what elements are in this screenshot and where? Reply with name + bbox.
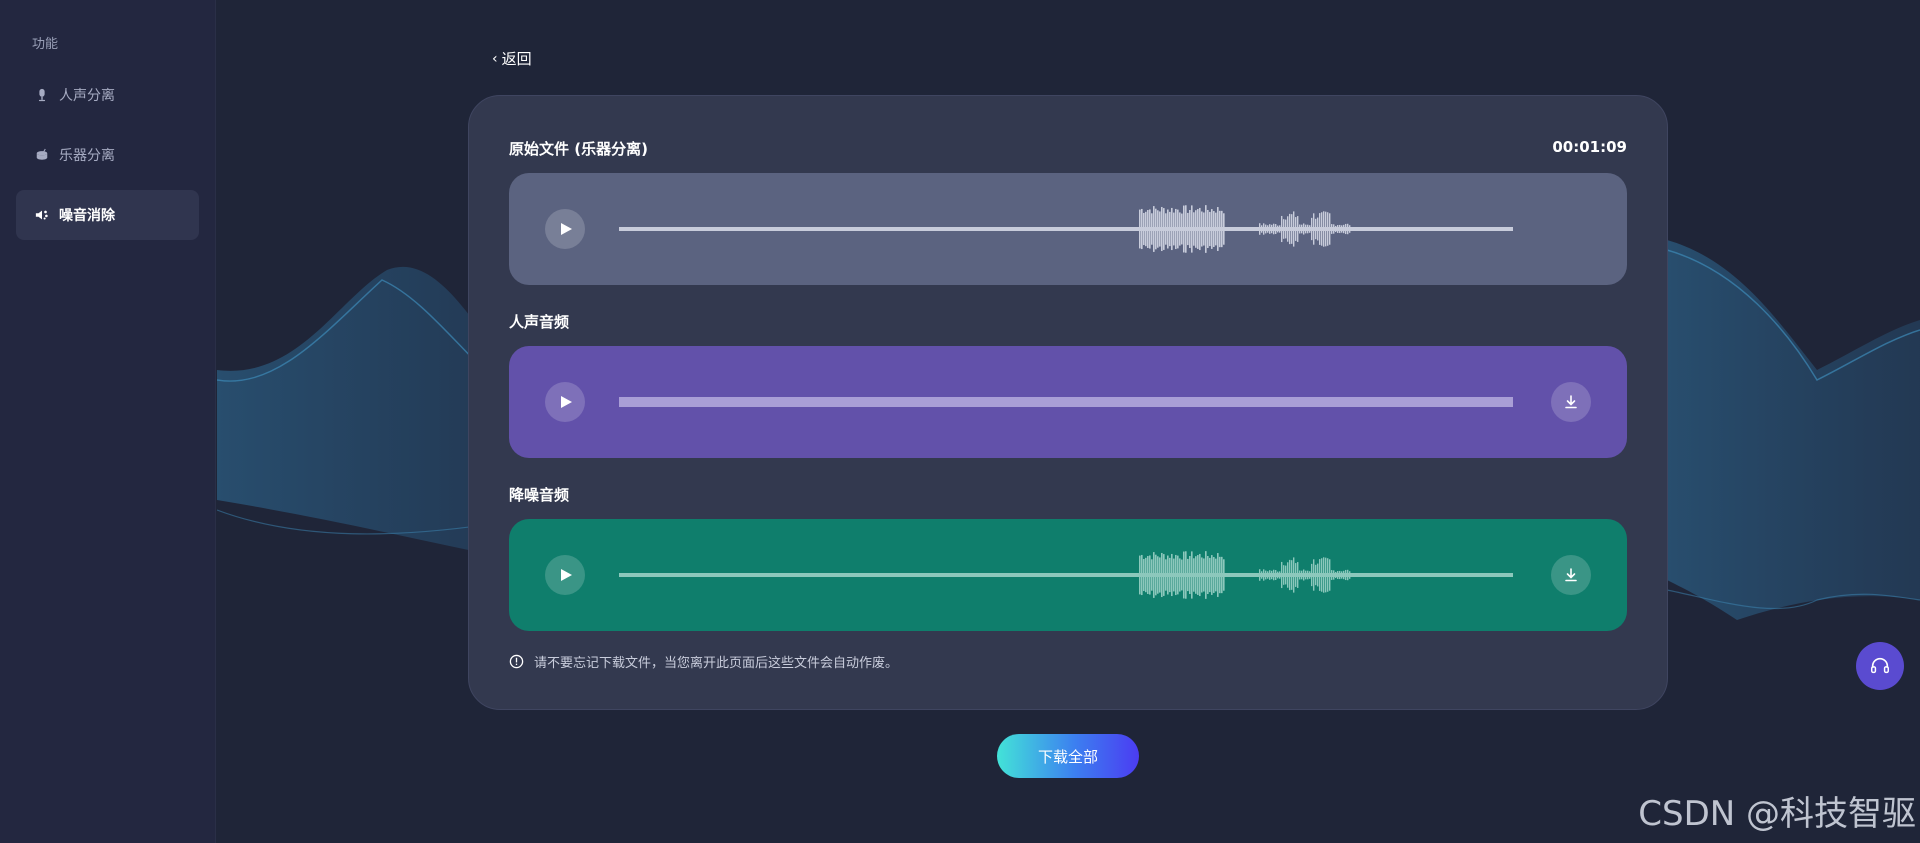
back-link[interactable]: ‹ 返回 <box>492 48 532 69</box>
noise-icon <box>34 207 50 223</box>
sidebar-item-vocal-separation[interactable]: 人声分离 <box>16 70 199 120</box>
play-button-denoised[interactable] <box>545 555 585 595</box>
play-button-vocal[interactable] <box>545 382 585 422</box>
waveform-denoised[interactable] <box>619 545 1513 605</box>
track-title-denoised: 降噪音频 <box>509 486 570 504</box>
download-button-denoised[interactable] <box>1551 555 1591 595</box>
play-icon <box>561 223 572 235</box>
sidebar-item-label: 噪音消除 <box>59 208 115 224</box>
track-original <box>509 173 1627 285</box>
drum-icon <box>34 147 50 163</box>
play-button-original[interactable] <box>545 209 585 249</box>
track-title-vocal: 人声音频 <box>509 313 570 331</box>
watermark: CSDN @科技智驱 <box>1638 794 1916 834</box>
sidebar-item-noise-removal[interactable]: 噪音消除 <box>16 190 199 240</box>
sidebar-item-label: 乐器分离 <box>59 148 115 164</box>
duration: 00:01:09 <box>1552 138 1627 156</box>
sidebar-item-instrument-separation[interactable]: 乐器分离 <box>16 130 199 180</box>
sidebar-heading: 功能 <box>32 37 59 52</box>
track-title-original: 原始文件 (乐器分离) <box>509 140 648 158</box>
waveform-original[interactable] <box>619 199 1513 259</box>
download-icon <box>1565 395 1577 409</box>
sidebar: 功能 人声分离 乐器分离 噪音消除 <box>0 0 216 843</box>
support-button[interactable] <box>1856 642 1904 690</box>
play-icon <box>561 569 572 581</box>
back-label: 返回 <box>501 50 532 68</box>
download-all-button[interactable]: 下载全部 <box>997 734 1139 778</box>
headset-icon <box>1871 657 1889 674</box>
track-denoised <box>509 519 1627 631</box>
chevron-left-icon: ‹ <box>492 50 498 67</box>
result-card: 原始文件 (乐器分离) 00:01:09 人声音频 降噪音频 请不要忘记下载文件… <box>468 95 1668 710</box>
info-icon <box>509 654 524 669</box>
sidebar-item-label: 人声分离 <box>59 88 115 104</box>
app-root: 功能 人声分离 乐器分离 噪音消除 ‹ 返回 原始文件 (乐器分离) 00:01… <box>0 0 1920 843</box>
download-icon <box>1565 568 1577 582</box>
download-button-vocal[interactable] <box>1551 382 1591 422</box>
play-icon <box>561 396 572 408</box>
notice: 请不要忘记下载文件，当您离开此页面后这些文件会自动作废。 <box>509 652 898 671</box>
track-vocal <box>509 346 1627 458</box>
notice-text: 请不要忘记下载文件，当您离开此页面后这些文件会自动作废。 <box>534 656 899 671</box>
microphone-icon <box>34 87 50 103</box>
waveform-vocal[interactable] <box>619 372 1513 432</box>
